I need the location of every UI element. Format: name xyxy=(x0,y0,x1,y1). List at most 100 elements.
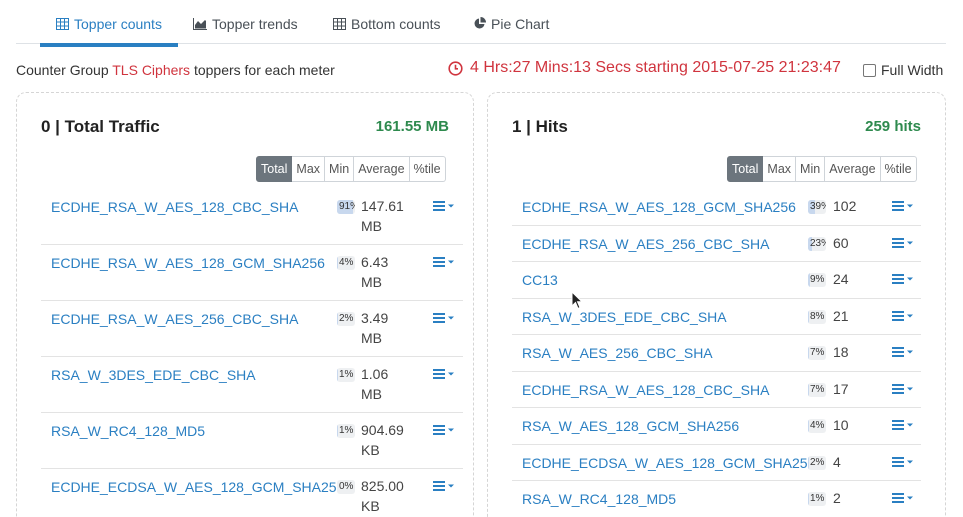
pie-chart-icon xyxy=(473,17,486,30)
table-icon xyxy=(56,17,69,30)
tab-pie-chart[interactable]: Pie Chart xyxy=(473,0,549,47)
cipher-link[interactable]: ECDHE_ECDSA_W_AES_128_GCM_SHA256 xyxy=(522,455,815,471)
row-menu-button[interactable] xyxy=(892,456,914,467)
row-menu-button[interactable] xyxy=(433,313,455,323)
percent-badge: 23% xyxy=(808,236,826,251)
list-item: RSA_W_RC4_128_MD5 1% 2 xyxy=(512,481,921,517)
clock-icon xyxy=(448,60,463,76)
list-item: RSA_W_AES_256_CBC_SHA 7% 18 xyxy=(512,335,921,372)
average-button[interactable]: Average xyxy=(825,156,881,182)
panel-title: 1 | Hits xyxy=(512,117,568,136)
tab-bar: Topper counts Topper trends Bottom count… xyxy=(16,0,946,47)
cipher-link[interactable]: ECDHE_RSA_W_AES_128_GCM_SHA256 xyxy=(522,199,796,215)
row-menu-button[interactable] xyxy=(433,425,455,435)
row-value: 18 xyxy=(833,344,849,360)
average-button[interactable]: Average xyxy=(354,156,410,182)
percent-badge: 4% xyxy=(808,419,826,433)
hamburger-icon xyxy=(433,369,454,379)
cipher-link[interactable]: RSA_W_RC4_128_MD5 xyxy=(51,423,205,439)
tab-label: Bottom counts xyxy=(351,15,441,32)
percentile-button[interactable]: %tile xyxy=(409,156,446,182)
percent-text: 1% xyxy=(810,493,825,504)
hamburger-icon xyxy=(433,425,454,435)
hamburger-icon xyxy=(892,456,913,467)
tab-label: Pie Chart xyxy=(491,15,550,32)
tab-label: Topper trends xyxy=(212,15,298,32)
percent-text: 8% xyxy=(810,310,825,322)
row-menu-button[interactable] xyxy=(892,310,914,321)
percent-badge: 1% xyxy=(337,424,355,438)
row-menu-button[interactable] xyxy=(892,383,914,394)
hamburger-icon xyxy=(892,237,913,248)
min-button[interactable]: Min xyxy=(325,156,355,182)
cipher-link[interactable]: ECDHE_RSA_W_AES_128_CBC_SHA xyxy=(522,382,769,398)
row-value: 102 xyxy=(833,198,857,214)
counter-group-description: Counter Group TLS Ciphers toppers for ea… xyxy=(16,62,335,78)
tab-topper-trends[interactable]: Topper trends xyxy=(193,0,298,47)
percent-text: 0% xyxy=(339,481,354,492)
percent-text: 39% xyxy=(810,201,826,212)
tab-bottom-counts[interactable]: Bottom counts xyxy=(333,0,441,47)
hamburger-icon xyxy=(892,493,913,503)
row-value: 21 xyxy=(833,307,849,324)
row-value: 1.06 MB xyxy=(361,366,389,402)
max-button[interactable]: Max xyxy=(292,156,326,182)
cipher-link[interactable]: RSA_W_3DES_EDE_CBC_SHA xyxy=(522,309,727,325)
row-menu-button[interactable] xyxy=(892,420,914,430)
hamburger-icon xyxy=(892,420,913,430)
total-button[interactable]: Total xyxy=(256,156,293,182)
row-menu-button[interactable] xyxy=(433,369,455,379)
percent-badge: 39% xyxy=(808,200,826,214)
row-value: 3.49 MB xyxy=(361,310,389,346)
row-menu-button[interactable] xyxy=(433,257,455,267)
cipher-link[interactable]: ECDHE_ECDSA_W_AES_128_GCM_SHA256 xyxy=(51,479,344,495)
cipher-link[interactable]: RSA_W_3DES_EDE_CBC_SHA xyxy=(51,367,256,383)
hamburger-icon xyxy=(892,201,913,211)
row-menu-button[interactable] xyxy=(892,347,914,357)
cipher-link[interactable]: CC13 xyxy=(522,272,558,288)
percent-text: 9% xyxy=(810,274,825,285)
row-menu-button[interactable] xyxy=(433,481,455,491)
cipher-link[interactable]: ECDHE_RSA_W_AES_256_CBC_SHA xyxy=(522,236,769,252)
percentile-button[interactable]: %tile xyxy=(880,156,917,182)
min-button[interactable]: Min xyxy=(796,156,826,182)
percent-text: 91% xyxy=(339,201,355,212)
cipher-link[interactable]: ECDHE_RSA_W_AES_256_CBC_SHA xyxy=(51,311,298,327)
row-value: 825.00 KB xyxy=(361,478,404,514)
cipher-link[interactable]: RSA_W_RC4_128_MD5 xyxy=(522,491,676,507)
cipher-link[interactable]: RSA_W_AES_128_GCM_SHA256 xyxy=(522,418,739,434)
row-menu-button[interactable] xyxy=(892,493,914,503)
cipher-link[interactable]: ECDHE_RSA_W_AES_128_CBC_SHA xyxy=(51,199,298,215)
list-item: ECDHE_RSA_W_AES_128_GCM_SHA256 39% 102 xyxy=(512,189,921,226)
table-icon xyxy=(333,17,346,30)
percent-text: 4% xyxy=(339,257,354,268)
cipher-link[interactable]: RSA_W_AES_256_CBC_SHA xyxy=(522,345,713,361)
tab-topper-counts[interactable]: Topper counts xyxy=(40,0,178,47)
hamburger-icon xyxy=(433,257,454,267)
row-value: 904.69 KB xyxy=(361,422,404,458)
percent-badge: 7% xyxy=(808,346,826,360)
row-menu-button[interactable] xyxy=(433,201,455,211)
row-menu-button[interactable] xyxy=(892,201,914,211)
max-button[interactable]: Max xyxy=(763,156,797,182)
full-width-checkbox[interactable] xyxy=(863,63,876,77)
row-value: 2 xyxy=(833,490,841,506)
row-value: 17 xyxy=(833,380,849,397)
meter-panel-hits: 1 | Hits 259 hits Total Max Min Average … xyxy=(487,92,946,517)
row-menu-button[interactable] xyxy=(892,237,914,248)
list-item: ECDHE_RSA_W_AES_128_CBC_SHA 7% 17 xyxy=(512,372,921,408)
row-value: 147.61 MB xyxy=(361,198,404,234)
total-button[interactable]: Total xyxy=(727,156,764,182)
row-value: 24 xyxy=(833,271,849,287)
percent-badge: 7% xyxy=(808,382,826,397)
full-width-toggle[interactable]: Full Width xyxy=(863,62,943,78)
percent-badge: 9% xyxy=(808,273,826,287)
meter-panel-total-traffic: 0 | Total Traffic 161.55 MB Total Max Mi… xyxy=(16,92,474,517)
list-item: RSA_W_3DES_EDE_CBC_SHA 1% 1.06 MB xyxy=(41,357,463,413)
hamburger-icon xyxy=(433,481,454,491)
row-menu-button[interactable] xyxy=(892,274,914,284)
cipher-link[interactable]: ECDHE_RSA_W_AES_128_GCM_SHA256 xyxy=(51,255,325,271)
percent-text: 1% xyxy=(339,369,354,380)
list-item: ECDHE_RSA_W_AES_256_CBC_SHA 23% 60 xyxy=(512,226,921,262)
panel-total: 259 hits xyxy=(865,118,921,135)
